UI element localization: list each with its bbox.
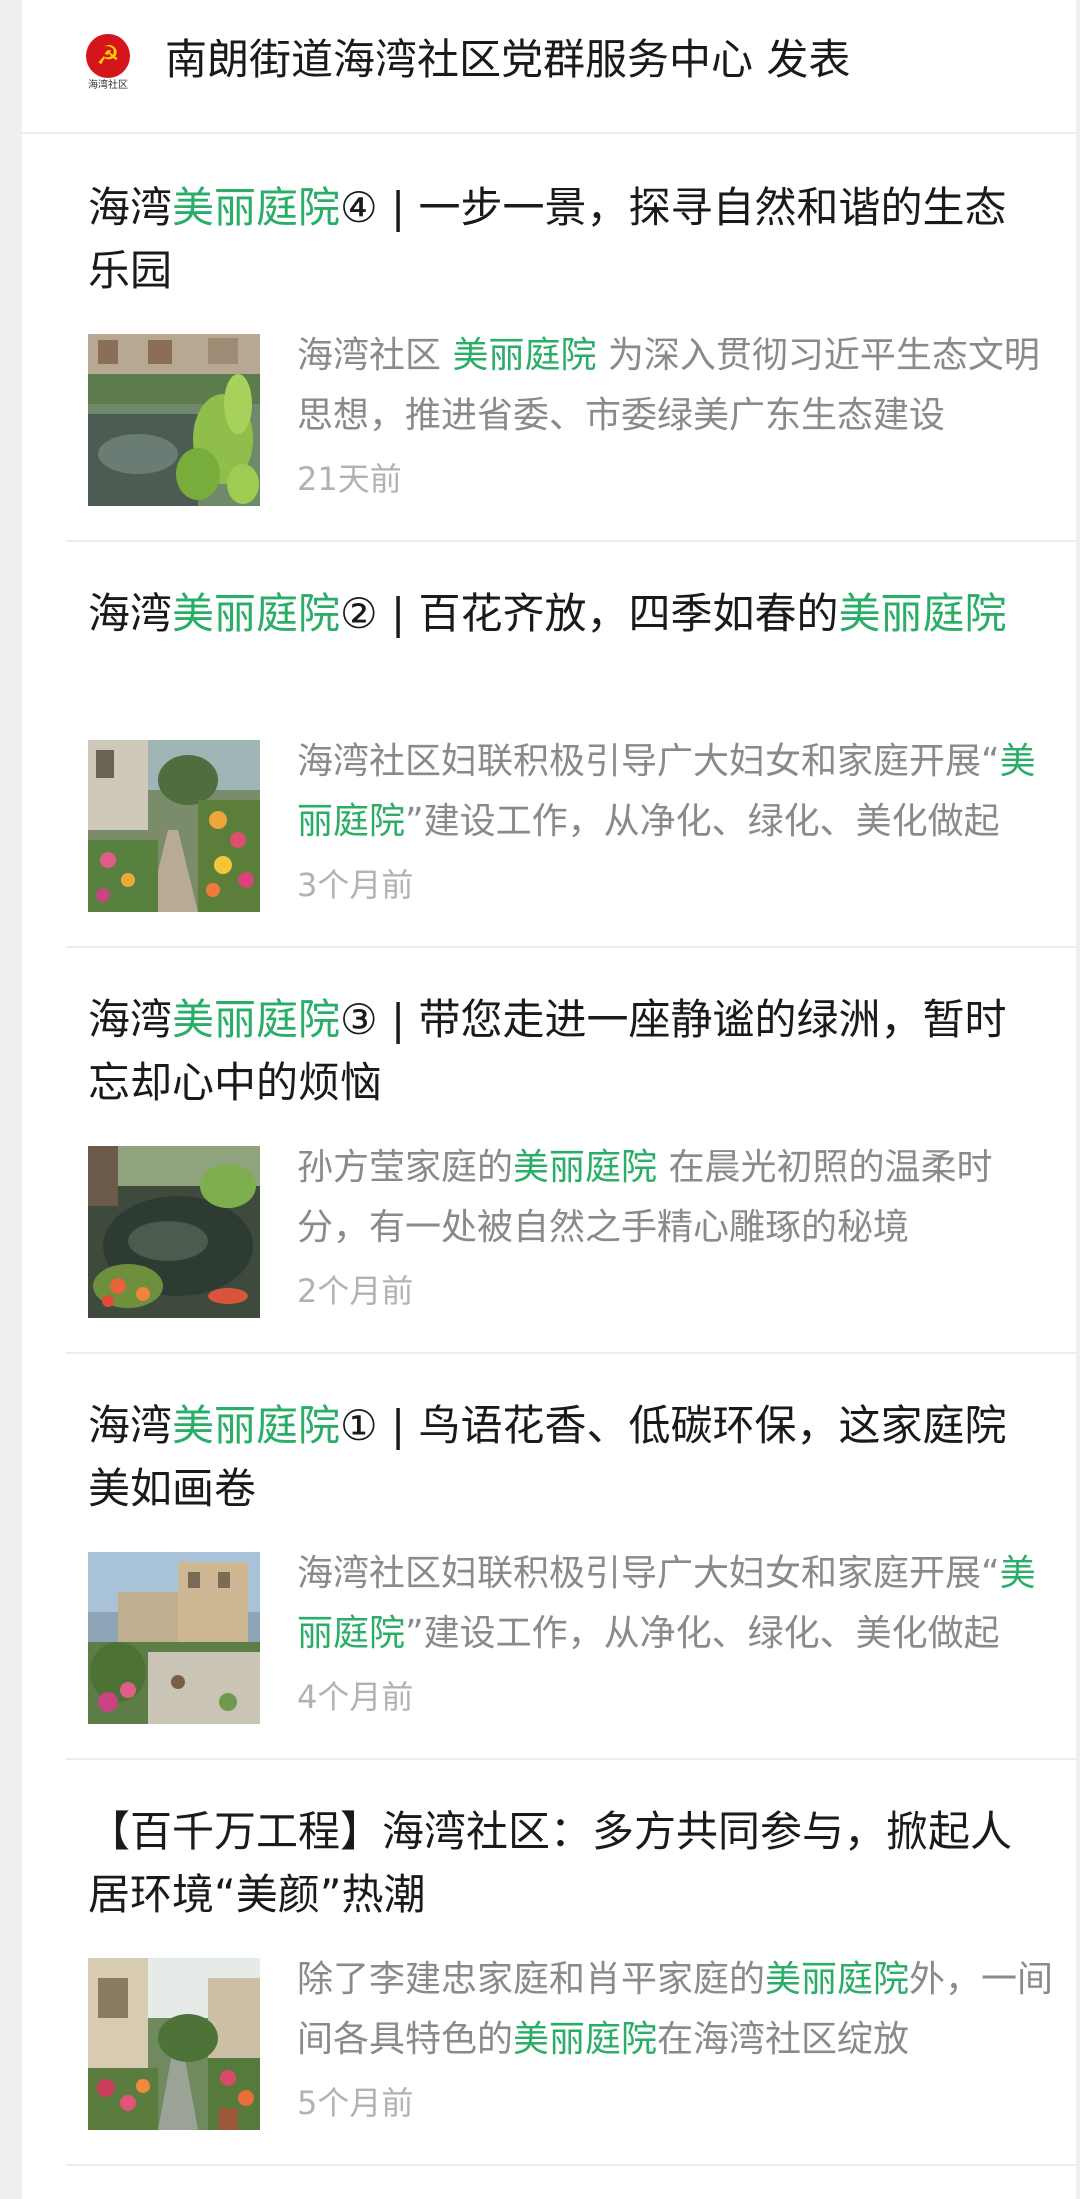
article-excerpt: 除了李建忠家庭和肖平家庭的美丽庭院外，一间间各具特色的美丽庭院在海湾社区绽放 [297, 1950, 1057, 2070]
article-time: 21天前 [297, 460, 402, 498]
highlight-keyword: 美丽庭院 [172, 1401, 341, 1450]
text-segment: 海湾社区 [297, 335, 453, 376]
article-time: 4个月前 [297, 1678, 414, 1716]
highlight-keyword: 美丽庭院 [513, 2019, 658, 2060]
logo-caption: 海湾社区 [88, 80, 128, 91]
article-thumbnail [88, 740, 260, 912]
article-item[interactable]: 【百千万工程】海湾社区：多方共同参与，掀起人居环境“美颜”热潮 除了李建忠家庭和… [66, 1758, 1076, 2166]
publish-label: 发表 [766, 35, 851, 84]
article-title: 海湾美丽庭院④ | 一步一景，探寻自然和谐的生态乐园 [88, 176, 1048, 302]
highlight-keyword: 美丽庭院 [172, 183, 341, 232]
article-title: 【百千万工程】海湾社区：多方共同参与，掀起人居环境“美颜”热潮 [88, 1800, 1048, 1926]
text-segment: 海湾社区妇联积极引导广大妇女和家庭开展“ [297, 1553, 1000, 1594]
text-segment: ”建设工作，从净化、绿化、美化做起 [405, 801, 1000, 842]
text-segment: 在海湾社区绽放 [657, 2019, 910, 2060]
text-segment: 海湾 [88, 1401, 173, 1450]
account-title: 南朗街道海湾社区党群服务中心 发表 [165, 30, 850, 90]
article-title: 海湾美丽庭院③ | 带您走进一座静谧的绿洲，暂时忘却心中的烦恼 [88, 988, 1048, 1114]
article-excerpt: 孙方莹家庭的美丽庭院 在晨光初照的温柔时分，有一处被自然之手精心雕琢的秘境 [297, 1138, 1057, 1258]
hammer-sickle-icon: ☭ [86, 34, 130, 78]
account-header[interactable]: ☭ 海湾社区 南朗街道海湾社区党群服务中心 发表 [22, 0, 1076, 134]
article-time: 3个月前 [297, 866, 414, 904]
highlight-keyword: 美丽庭院 [513, 1147, 658, 1188]
article-thumbnail [88, 1552, 260, 1724]
article-time: 2个月前 [297, 1272, 414, 1310]
text-segment: ② | 百花齐放，四季如春的 [340, 589, 839, 638]
party-emblem-logo: ☭ 海湾社区 [80, 34, 136, 94]
article-excerpt: 海湾社区妇联积极引导广大妇女和家庭开展“美丽庭院”建设工作，从净化、绿化、美化做… [297, 1544, 1057, 1664]
text-segment: 除了李建忠家庭和肖平家庭的 [297, 1959, 766, 2000]
article-item[interactable]: 海湾美丽庭院② | 百花齐放，四季如春的美丽庭院 海湾社区妇联积极引导广大妇女和… [66, 540, 1076, 948]
article-excerpt: 海湾社区妇联积极引导广大妇女和家庭开展“美丽庭院”建设工作，从净化、绿化、美化做… [297, 732, 1057, 852]
text-segment: 海湾 [88, 589, 173, 638]
article-time: 5个月前 [297, 2084, 414, 2122]
article-thumbnail [88, 334, 260, 506]
text-segment: 海湾 [88, 995, 173, 1044]
text-segment: ”建设工作，从净化、绿化、美化做起 [405, 1613, 1000, 1654]
article-thumbnail [88, 1146, 260, 1318]
highlight-keyword: 美丽庭院 [452, 335, 597, 376]
article-title: 海湾美丽庭院② | 百花齐放，四季如春的美丽庭院 [88, 582, 1048, 645]
text-segment: 海湾社区妇联积极引导广大妇女和家庭开展“ [297, 741, 1000, 782]
article-title: 海湾美丽庭院① | 鸟语花香、低碳环保，这家庭院美如画卷 [88, 1394, 1048, 1520]
highlight-keyword: 美丽庭院 [172, 995, 341, 1044]
text-segment: 海湾 [88, 183, 173, 232]
article-item[interactable]: 海湾美丽庭院③ | 带您走进一座静谧的绿洲，暂时忘却心中的烦恼 孙方莹家庭的美丽… [66, 946, 1076, 1354]
highlight-keyword: 美丽庭院 [765, 1959, 910, 2000]
highlight-keyword: 美丽庭院 [838, 589, 1007, 638]
article-excerpt: 海湾社区 美丽庭院 为深入贯彻习近平生态文明思想，推进省委、市委绿美广东生态建设 [297, 326, 1057, 446]
highlight-keyword: 美丽庭院 [172, 589, 341, 638]
text-segment: 【百千万工程】海湾社区：多方共同参与，掀起人居环境“美颜”热潮 [88, 1807, 1013, 1919]
article-item[interactable]: 海湾美丽庭院④ | 一步一景，探寻自然和谐的生态乐园 海湾社区 美丽庭院 为深入… [66, 134, 1076, 542]
article-item[interactable]: 海湾美丽庭院① | 鸟语花香、低碳环保，这家庭院美如画卷 海湾社区妇联积极引导广… [66, 1352, 1076, 1760]
account-name[interactable]: 南朗街道海湾社区党群服务中心 [165, 35, 753, 84]
article-thumbnail [88, 1958, 260, 2130]
text-segment: 孙方莹家庭的 [297, 1147, 514, 1188]
article-list-card: ☭ 海湾社区 南朗街道海湾社区党群服务中心 发表 海湾美丽庭院④ | 一步一景，… [22, 0, 1076, 2199]
